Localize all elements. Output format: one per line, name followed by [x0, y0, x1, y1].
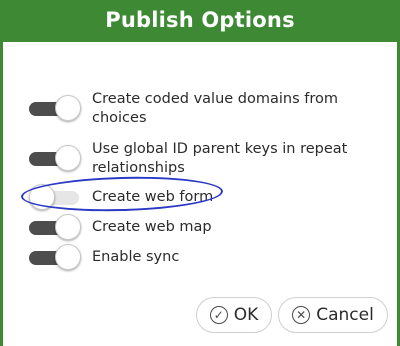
dialog-title: Publish Options	[3, 0, 397, 42]
toggle-knob	[55, 244, 81, 270]
option-label: Enable sync	[92, 249, 180, 265]
x-circle-icon: ✕	[292, 306, 311, 324]
toggle-knob	[55, 95, 81, 121]
annotation-ellipse	[20, 174, 224, 214]
toggle-global-id-parent-keys[interactable]	[29, 145, 81, 171]
toggle-enable-sync[interactable]	[29, 244, 81, 270]
check-circle-icon: ✓	[209, 306, 228, 324]
option-label: Use global ID parent keys in repeat rela…	[92, 141, 348, 176]
option-label: Create coded value domains from choices	[92, 91, 338, 126]
toggle-knob	[55, 214, 81, 240]
publish-options-dialog: Publish Options Create coded value domai…	[0, 0, 400, 346]
toggle-coded-value-domains[interactable]	[29, 95, 81, 121]
option-label: Create web map	[92, 219, 212, 235]
ok-button[interactable]: ✓ OK	[196, 297, 272, 333]
cancel-button-label: Cancel	[316, 305, 374, 325]
cancel-button[interactable]: ✕ Cancel	[278, 297, 388, 333]
toggle-create-web-map[interactable]	[29, 214, 81, 240]
toggle-knob	[55, 145, 81, 171]
ok-button-label: OK	[233, 305, 259, 325]
